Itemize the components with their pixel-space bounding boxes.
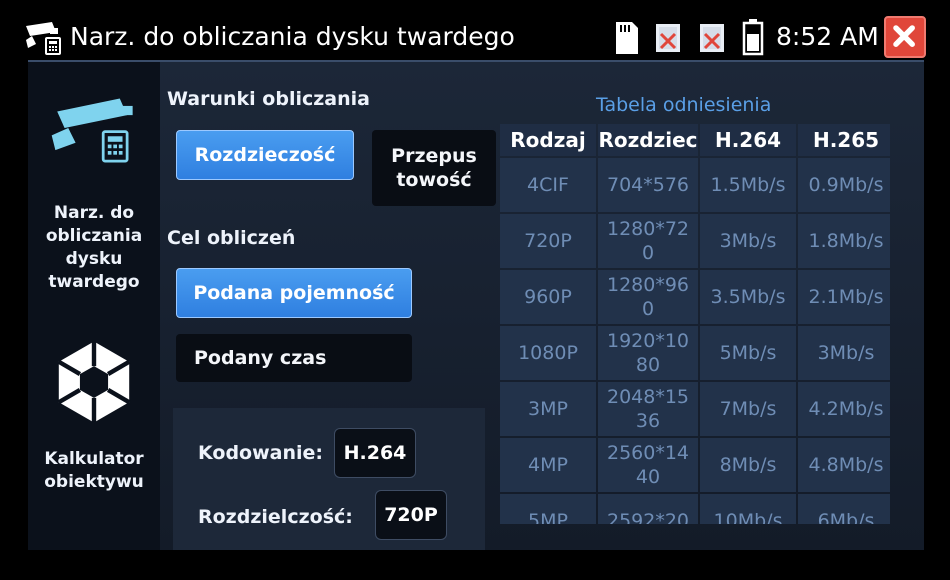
- title-bar: Narz. do obliczania dysku twardego 8:52 …: [22, 14, 928, 60]
- close-button[interactable]: [884, 16, 926, 58]
- sidebar-item-label: twardego: [48, 272, 140, 292]
- sidebar-item-lens-calculator[interactable]: Kalkulator obiektywu: [28, 332, 160, 502]
- table-cell: 2.1Mb/s: [798, 270, 890, 324]
- table-cell: 1280*960: [598, 270, 698, 324]
- conditions-label: Warunki obliczania: [167, 88, 370, 110]
- main-content: Narz. do obliczania dysku twardego Kalku…: [28, 62, 924, 550]
- hdd-calculator-icon: [51, 98, 133, 163]
- encoding-select[interactable]: H.264: [334, 428, 416, 478]
- table-cell: 1080P: [500, 326, 596, 380]
- table-cell: 2560*1440: [598, 438, 698, 492]
- table-cell: 4.8Mb/s: [798, 438, 890, 492]
- target-label: Cel obliczeń: [167, 227, 296, 249]
- camera-disconnected-icon: [700, 24, 724, 52]
- table-cell: 960P: [500, 270, 596, 324]
- table-cell: 5MP: [500, 494, 596, 524]
- cctv-calculator-icon: [26, 22, 61, 55]
- table-cell: 10Mb/s: [700, 494, 796, 524]
- table-cell: 3Mb/s: [700, 214, 796, 268]
- given-time-button[interactable]: Podany czas: [176, 334, 412, 382]
- table-cell: 3Mb/s: [798, 326, 890, 380]
- table-cell: 1.8Mb/s: [798, 214, 890, 268]
- bitrate-option-button[interactable]: Przepus towość: [372, 130, 496, 206]
- table-header-cell: Rozdziec: [598, 124, 698, 156]
- sidebar-item-label: obiektywu: [44, 472, 144, 492]
- clock: 8:52 AM: [776, 22, 879, 51]
- table-header-cell: H.264: [700, 124, 796, 156]
- sidebar-item-hdd-calculator[interactable]: Narz. do obliczania dysku twardego: [28, 82, 160, 302]
- table-cell: 4CIF: [500, 158, 596, 212]
- table-cell: 3MP: [500, 382, 596, 436]
- camera-disconnected-icon: [656, 24, 680, 52]
- table-cell: 7Mb/s: [700, 382, 796, 436]
- table-cell: 8Mb/s: [700, 438, 796, 492]
- lens-calculator-icon: [57, 341, 131, 423]
- window-title: Narz. do obliczania dysku twardego: [70, 22, 515, 51]
- bitrate-option-label: towość: [396, 169, 472, 191]
- table-cell: 1280*720: [598, 214, 698, 268]
- table-cell: 6Mb/s: [798, 494, 890, 524]
- table-cell: 2592*20: [598, 494, 698, 524]
- table-cell: 3.5Mb/s: [700, 270, 796, 324]
- sd-card-icon: [616, 22, 638, 54]
- bitrate-option-label: Przepus: [391, 145, 477, 167]
- sidebar-item-label: dysku: [65, 249, 123, 269]
- close-icon: [893, 25, 915, 47]
- table-cell: 5Mb/s: [700, 326, 796, 380]
- resolution-option-button[interactable]: Rozdzieczość: [176, 130, 354, 180]
- sidebar-item-label: obliczania: [45, 226, 143, 246]
- reference-table[interactable]: Rodzaj Rozdziec H.264 H.265 4CIF 704*576 1.5Mb…: [500, 124, 890, 524]
- table-cell: 2048*1536: [598, 382, 698, 436]
- table-cell: 4.2Mb/s: [798, 382, 890, 436]
- table-cell: 704*576: [598, 158, 698, 212]
- sidebar: Narz. do obliczania dysku twardego Kalku…: [28, 62, 160, 550]
- table-header-cell: H.265: [798, 124, 890, 156]
- table-cell: 4MP: [500, 438, 596, 492]
- table-cell: 1.5Mb/s: [700, 158, 796, 212]
- sidebar-item-label: Kalkulator: [44, 449, 144, 469]
- reference-table-title: Tabela odniesienia: [596, 94, 772, 116]
- battery-icon: [742, 19, 764, 56]
- resolution-select[interactable]: 720P: [375, 490, 447, 540]
- table-header-cell: Rodzaj: [500, 124, 596, 156]
- table-cell: 720P: [500, 214, 596, 268]
- resolution-label: Rozdzielczość:: [198, 506, 353, 528]
- screen: Narz. do obliczania dysku twardego 8:52 …: [0, 0, 950, 580]
- sidebar-item-label: Narz. do: [53, 203, 135, 223]
- table-cell: 0.9Mb/s: [798, 158, 890, 212]
- table-cell: 1920*1080: [598, 326, 698, 380]
- given-time-label: Podany czas: [194, 347, 327, 369]
- encoding-label: Kodowanie:: [198, 442, 323, 464]
- parameters-panel: Kodowanie: H.264 Rozdzielczość: 720P: [173, 408, 485, 550]
- given-capacity-button[interactable]: Podana pojemność: [176, 268, 412, 318]
